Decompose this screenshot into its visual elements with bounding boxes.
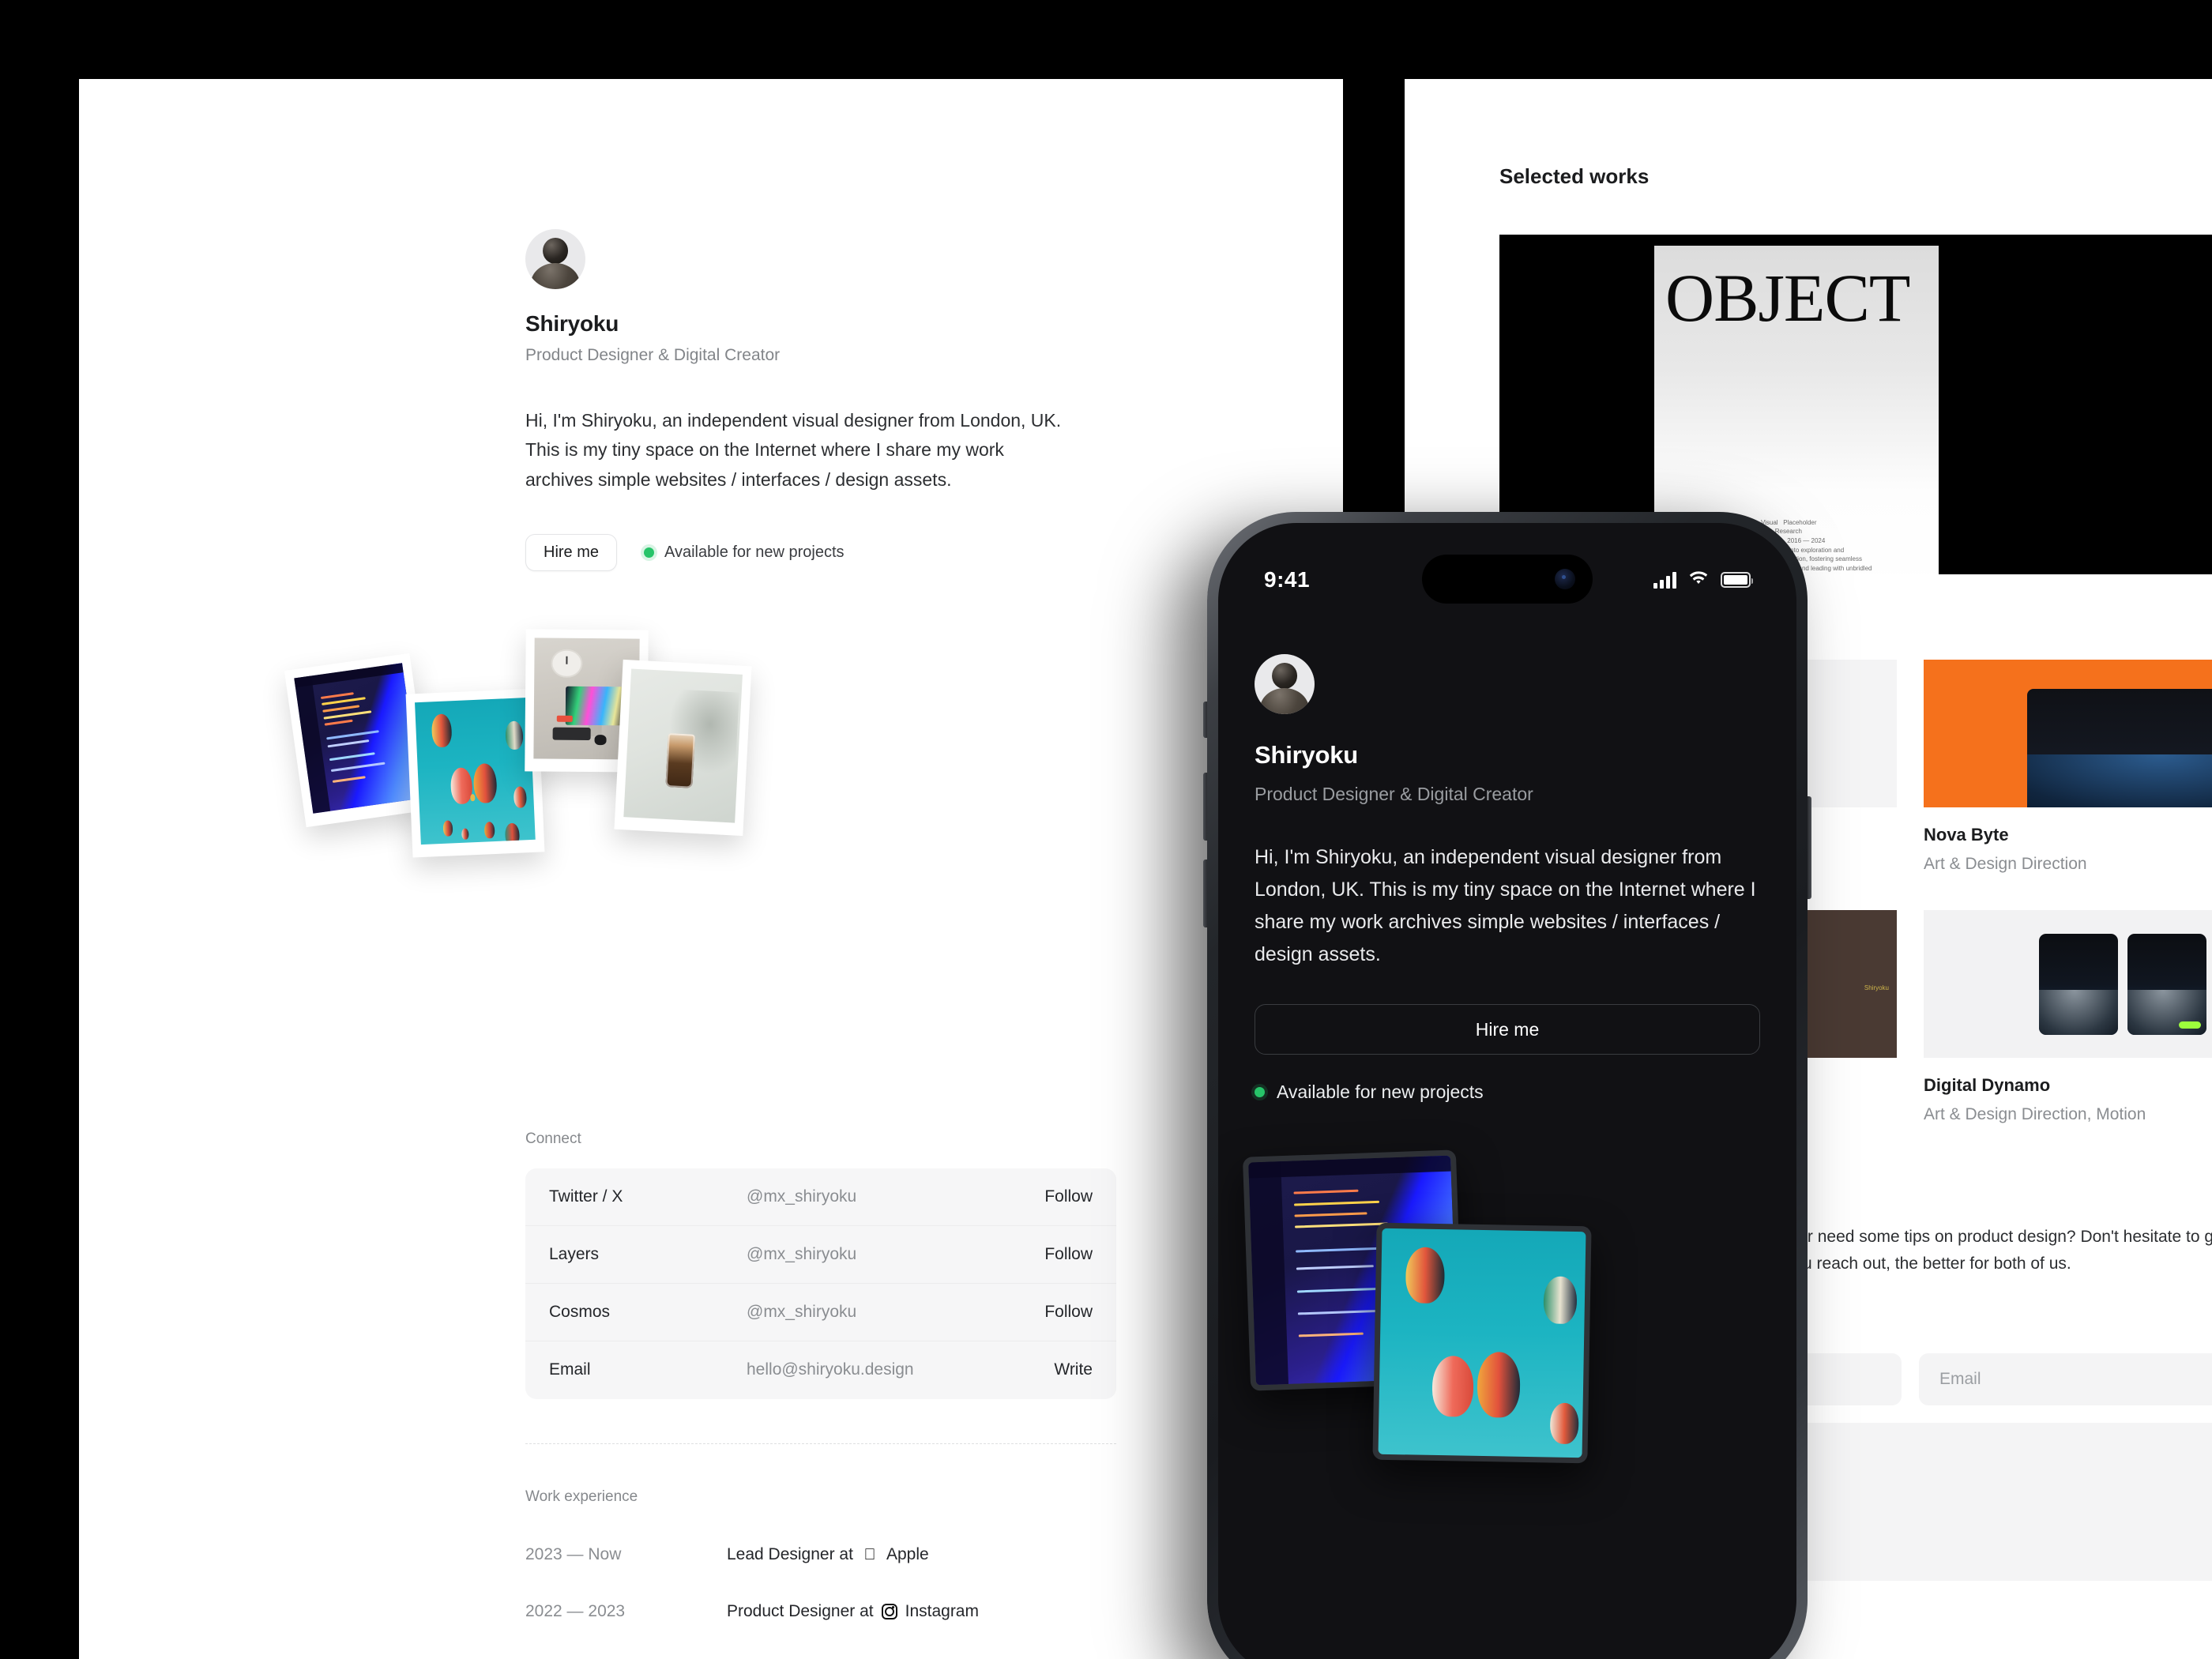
profile-role: Product Designer & Digital Creator <box>525 346 781 364</box>
battery-icon <box>1721 572 1753 588</box>
photo-collage <box>280 612 1070 1055</box>
status-dot-icon <box>1255 1087 1265 1097</box>
project-tile[interactable]: Nova Byte Art & Design Direction <box>1924 660 2212 874</box>
phone-mockup: 9:41 Shiryoku Product Designer & Digital… <box>1203 512 1811 1659</box>
work-experience-label: Work experience <box>525 1488 638 1505</box>
apple-icon:  <box>861 1546 878 1563</box>
project-subtitle: Art & Design Direction, Motion <box>1924 1105 2146 1123</box>
phone-volume-down-button[interactable] <box>1203 860 1207 927</box>
avatar-head <box>1272 662 1297 690</box>
availability-badge: Available for new projects <box>1255 1082 1760 1103</box>
table-row[interactable]: Email hello@shiryoku.design Write <box>525 1341 1116 1399</box>
experience-company: Apple <box>886 1544 929 1563</box>
dynamic-island <box>1422 555 1593 604</box>
connect-platform: Cosmos <box>549 1302 611 1321</box>
hire-me-button[interactable]: Hire me <box>525 533 618 571</box>
cta-row: Hire me Available for new projects <box>525 533 1315 571</box>
phone-mute-switch[interactable] <box>1203 702 1207 738</box>
photo-collage <box>1242 1142 1760 1464</box>
front-camera-icon <box>1555 569 1575 589</box>
poster-wordmark: OBJECT <box>1665 260 1910 336</box>
experience-role-text: Lead Designer at <box>727 1544 853 1563</box>
connect-platform: Layers <box>549 1244 600 1263</box>
status-time: 9:41 <box>1264 567 1311 592</box>
table-row: 2022 — 2023 Product Designer at Instagra… <box>525 1583 1116 1640</box>
balloons-image <box>415 697 536 845</box>
collage-photo-balloons[interactable] <box>405 688 545 858</box>
connect-platform: Twitter / X <box>549 1187 623 1206</box>
table-row[interactable]: Twitter / X @mx_shiryoku Follow <box>525 1168 1116 1226</box>
mobile-mockup-a <box>2038 933 2118 1035</box>
work-experience-table: 2023 — Now Lead Designer at  Apple 2022… <box>525 1526 1116 1659</box>
signal-icon <box>1653 571 1676 589</box>
connect-action[interactable]: Follow <box>1044 1245 1093 1264</box>
balloons-image <box>1378 1228 1586 1458</box>
connect-handle: hello@shiryoku.design <box>747 1360 914 1379</box>
connect-action[interactable]: Write <box>1054 1360 1093 1379</box>
project-title: Nova Byte <box>1924 825 2009 845</box>
thumb-label: Shiryoku <box>1864 984 1889 991</box>
avatar-body <box>530 262 581 289</box>
experience-years: 2022 — 2023 <box>525 1601 626 1620</box>
page-title: Shiryoku <box>1255 741 1359 769</box>
avatar-body <box>1259 687 1310 714</box>
availability-label: Available for new projects <box>1277 1082 1484 1102</box>
connect-handle: @mx_shiryoku <box>747 1187 857 1206</box>
section-divider <box>525 1443 1116 1444</box>
experience-role: Lead Designer at  Apple <box>727 1545 929 1564</box>
connect-section-label: Connect <box>525 1130 581 1147</box>
connect-action[interactable]: Follow <box>1044 1187 1093 1206</box>
project-title: Digital Dynamo <box>1924 1075 2051 1095</box>
profile-bio: Hi, I'm Shiryoku, an independent visual … <box>525 410 1062 490</box>
instagram-icon <box>881 1603 897 1620</box>
project-subtitle: Art & Design Direction <box>1924 855 2087 873</box>
experience-company: Instagram <box>905 1601 979 1620</box>
connect-platform: Email <box>549 1360 591 1379</box>
phone-power-button[interactable] <box>1808 796 1811 899</box>
profile-role: Product Designer & Digital Creator <box>1255 784 1533 804</box>
connect-action[interactable]: Follow <box>1044 1303 1093 1322</box>
status-dot-icon <box>644 547 655 558</box>
project-thumbnail <box>1924 660 2212 807</box>
coffee-image <box>623 668 743 823</box>
code-screenshot-image <box>294 663 422 814</box>
collage-photo-coffee[interactable] <box>614 659 752 836</box>
connect-handle: @mx_shiryoku <box>747 1302 857 1321</box>
table-row[interactable]: Layers @mx_shiryoku Follow <box>525 1226 1116 1284</box>
table-row[interactable]: Cosmos @mx_shiryoku Follow <box>525 1284 1116 1341</box>
page-title: Shiryoku <box>525 311 619 336</box>
profile-bio: Hi, I'm Shiryoku, an independent visual … <box>1255 846 1756 965</box>
selected-works-title: Selected works <box>1499 164 1650 188</box>
email-field[interactable]: Email <box>1919 1353 2212 1406</box>
table-row: 2021 — 2022 Senior Product Designer at T… <box>525 1640 1116 1659</box>
availability-label: Available for new projects <box>664 543 845 561</box>
desktop-panel-left: Shiryoku Product Designer & Digital Crea… <box>79 79 1343 1659</box>
connect-table: Twitter / X @mx_shiryoku Follow Layers @… <box>525 1168 1116 1399</box>
wifi-icon <box>1687 570 1710 590</box>
project-tile[interactable]: Digital Dynamo Art & Design Direction, M… <box>1924 910 2212 1124</box>
phone-volume-up-button[interactable] <box>1203 773 1207 841</box>
connect-handle: @mx_shiryoku <box>747 1244 857 1263</box>
avatar <box>525 229 585 289</box>
experience-role: Product Designer at Instagram <box>727 1602 979 1621</box>
phone-screen: 9:41 Shiryoku Product Designer & Digital… <box>1218 523 1796 1659</box>
table-row: 2023 — Now Lead Designer at  Apple <box>525 1526 1116 1583</box>
experience-role-text: Product Designer at <box>727 1601 874 1620</box>
experience-years: 2023 — Now <box>525 1544 622 1563</box>
avatar <box>1255 654 1315 714</box>
availability-badge: Available for new projects <box>644 544 845 562</box>
project-thumbnail <box>1924 910 2212 1058</box>
mobile-mockup-b <box>2127 933 2206 1035</box>
collage-photo-balloons[interactable] <box>1372 1222 1592 1464</box>
avatar-head <box>543 237 568 265</box>
hire-me-button[interactable]: Hire me <box>1255 1004 1760 1055</box>
selected-works-header: Selected works 2019 <box>1499 164 2212 189</box>
mockup-canvas: Shiryoku Product Designer & Digital Crea… <box>0 0 2212 1659</box>
